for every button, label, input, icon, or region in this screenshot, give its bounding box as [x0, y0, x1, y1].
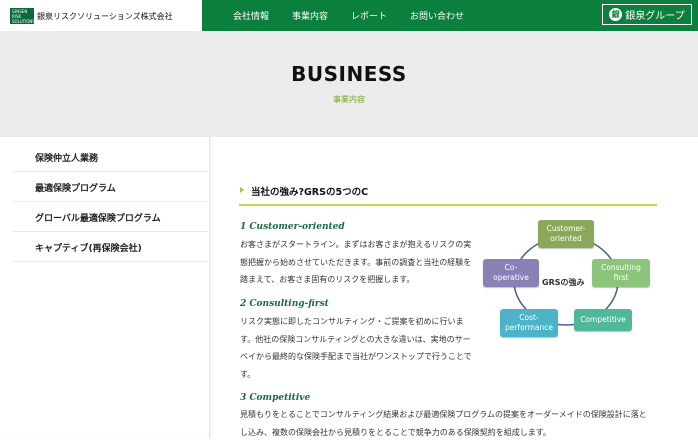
- body-line: ベイから最終的な保険手配まで当社がワンストップで行うことで: [240, 348, 472, 366]
- nav-item-contact[interactable]: お問い合わせ: [410, 9, 464, 22]
- triangle-bullet-icon: [240, 187, 244, 193]
- item-body-1: お客さまがスタートライン。まずはお客さまが抱えるリスクの実 態把握から始めさせて…: [240, 236, 471, 289]
- sidebar: 保険仲立人業務 最適保険プログラム グローバル最適保険プログラム キャプティブ(…: [0, 137, 210, 438]
- company-logo[interactable]: GINSEN RISK SOLUTIONS 銀泉リスクソリューションズ株式会社: [10, 8, 173, 24]
- five-c-diagram: GRSの強み Customer-oriented Consultingfirst…: [480, 217, 660, 341]
- body-line: お客さまがスタートライン。まずはお客さまが抱えるリスクの実: [240, 236, 471, 254]
- body-line: 見積もりをとることでコンサルティング結果および最適保険プログラムの提案をオーダー…: [240, 406, 647, 424]
- body-line: す。他社の保険コンサルティングとの大きな違いは、実地のサー: [240, 331, 472, 349]
- page-title: BUSINESS: [0, 62, 698, 86]
- diagram-box-competitive: Competitive: [574, 309, 632, 331]
- nav-item-report[interactable]: レポート: [351, 9, 387, 22]
- group-logo-icon: 銀: [609, 8, 622, 21]
- page-subtitle: 事業内容: [0, 94, 698, 105]
- group-link-button[interactable]: 銀 銀泉グループ: [602, 4, 692, 25]
- box-label: Competitive: [580, 315, 626, 325]
- diagram-center-label: GRSの強み: [542, 277, 585, 288]
- item-body-2: リスク実態に即したコンサルティング・ご提案を初めに行いま す。他社の保険コンサル…: [240, 313, 472, 383]
- item-title-2: 2 Consulting-first: [240, 299, 329, 309]
- nav-item-company[interactable]: 会社情報: [233, 9, 269, 22]
- sidebar-item-label: 最適保険プログラム: [35, 181, 116, 194]
- body-line: し込み、複数の保険会社から見積りをとることで競争力のある保険契約を組成します。: [240, 424, 647, 441]
- site-header: GINSEN RISK SOLUTIONS 銀泉リスクソリューションズ株式会社 …: [0, 0, 698, 31]
- diagram-box-consulting-first: Consultingfirst: [592, 259, 650, 287]
- body-line: リスク実態に即したコンサルティング・ご提案を初めに行いま: [240, 313, 472, 331]
- page-hero: BUSINESS 事業内容: [0, 31, 698, 137]
- box-label: Cost-performance: [505, 313, 553, 333]
- sidebar-item-global-program[interactable]: グローバル最適保険プログラム: [12, 202, 208, 232]
- body-line: す。: [240, 366, 472, 384]
- section-heading: 当社の強み?GRSの5つのC: [239, 180, 657, 206]
- nav-item-business[interactable]: 事業内容: [292, 9, 328, 22]
- diagram-box-customer-oriented: Customer-oriented: [538, 220, 594, 248]
- logo-mark: GINSEN RISK SOLUTIONS: [10, 8, 34, 24]
- sidebar-item-label: 保険仲立人業務: [35, 151, 98, 164]
- body-line: 態把握から始めさせていただきます。事前の調査と当社の経験を: [240, 254, 471, 272]
- item-title-1: 1 Customer-oriented: [240, 222, 345, 232]
- body-line: 踏まえて、お客さま固有のリスクを把握します。: [240, 271, 471, 289]
- box-label: Co-operative: [493, 263, 529, 283]
- sidebar-item-label: キャプティブ(再保険会社): [35, 241, 142, 254]
- box-label: Customer-oriented: [547, 224, 586, 244]
- sidebar-item-captive[interactable]: キャプティブ(再保険会社): [12, 232, 208, 262]
- group-link-label: 銀泉グループ: [625, 7, 684, 22]
- box-label: Consultingfirst: [601, 263, 641, 283]
- item-title-3: 3 Competitive: [240, 393, 310, 403]
- sidebar-item-optimal-program[interactable]: 最適保険プログラム: [12, 172, 208, 202]
- logo-company-name: 銀泉リスクソリューションズ株式会社: [37, 11, 173, 22]
- sidebar-item-label: グローバル最適保険プログラム: [35, 211, 161, 224]
- sidebar-item-broker[interactable]: 保険仲立人業務: [12, 142, 208, 172]
- diagram-box-co-operative: Co-operative: [483, 259, 539, 287]
- item-body-3: 見積もりをとることでコンサルティング結果および最適保険プログラムの提案をオーダー…: [240, 406, 647, 441]
- section-title: 当社の強み?GRSの5つのC: [251, 184, 368, 198]
- diagram-box-cost-performance: Cost-performance: [500, 309, 558, 337]
